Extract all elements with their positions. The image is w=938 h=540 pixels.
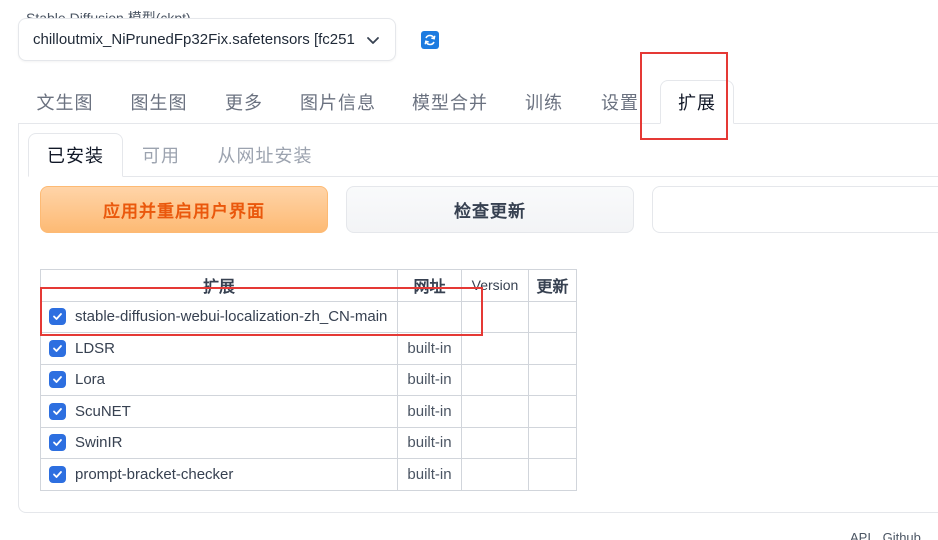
extension-url: built-in <box>397 332 462 365</box>
extension-update <box>528 426 577 459</box>
extension-url: built-in <box>397 426 462 459</box>
extension-enable-checkbox[interactable] <box>49 308 66 326</box>
extension-update <box>528 395 577 428</box>
table-row: prompt-bracket-checker built-in <box>40 458 577 491</box>
extension-url: built-in <box>397 363 462 396</box>
sub-tab-divider <box>28 176 938 177</box>
tab-extensions[interactable]: 扩展 <box>660 80 734 124</box>
table-row: Lora built-in <box>40 363 577 396</box>
table-row: LDSR built-in <box>40 332 577 365</box>
model-select[interactable]: chilloutmix_NiPrunedFp32Fix.safetensors … <box>18 18 396 61</box>
apply-and-restart-button[interactable]: 应用并重启用户界面 <box>40 186 328 233</box>
extension-update <box>528 458 577 491</box>
column-header-url: 网址 <box>397 269 462 302</box>
extension-url: built-in <box>397 458 462 491</box>
extensions-table: 扩展 网址 Version 更新 stable-diffusion-webui-… <box>40 269 577 491</box>
tab-installed[interactable]: 已安装 <box>28 133 123 177</box>
extension-update <box>528 300 577 333</box>
sub-tab-bar: 已安装 可用 从网址安装 <box>28 133 938 177</box>
check-for-updates-button[interactable]: 检查更新 <box>346 186 634 233</box>
refresh-model-button[interactable] <box>410 20 450 60</box>
chevron-down-icon <box>363 30 383 50</box>
tab-extras[interactable]: 更多 <box>206 80 282 124</box>
tab-txt2img[interactable]: 文生图 <box>18 80 112 124</box>
model-select-value: chilloutmix_NiPrunedFp32Fix.safetensors … <box>33 31 355 48</box>
table-row: ScuNET built-in <box>40 395 577 428</box>
extension-url <box>397 300 462 333</box>
extension-version <box>461 332 529 365</box>
footer-link-api[interactable]: API <box>850 530 871 540</box>
extension-name: LDSR <box>75 339 116 357</box>
extension-update <box>528 332 577 365</box>
extension-enable-checkbox[interactable] <box>49 371 66 389</box>
column-header-update: 更新 <box>528 269 577 302</box>
extension-url: built-in <box>397 395 462 428</box>
table-header-row: 扩展 网址 Version 更新 <box>40 269 577 302</box>
refresh-icon <box>421 31 439 49</box>
checkmark-icon <box>53 376 62 384</box>
tab-settings[interactable]: 设置 <box>582 80 658 124</box>
extension-version <box>461 363 529 396</box>
extension-name: ScuNET <box>75 402 131 420</box>
extension-version <box>461 458 529 491</box>
extension-version <box>461 426 529 459</box>
checkmark-icon <box>53 407 62 415</box>
extension-enable-checkbox[interactable] <box>49 434 66 452</box>
extension-name: Lora <box>75 371 106 389</box>
checkmark-icon <box>53 439 62 447</box>
extension-name: stable-diffusion-webui-localization-zh_C… <box>75 308 388 326</box>
tab-train[interactable]: 训练 <box>506 80 582 124</box>
extension-name: SwinIR <box>75 434 123 452</box>
checkmark-icon <box>53 313 62 321</box>
footer-link-github[interactable]: Github <box>883 530 921 540</box>
extension-enable-checkbox[interactable] <box>49 402 66 420</box>
tab-install-from-url[interactable]: 从网址安装 <box>199 133 331 177</box>
tab-img2img[interactable]: 图生图 <box>112 80 206 124</box>
column-header-extension: 扩展 <box>40 269 398 302</box>
footer-links: API Github <box>850 530 929 540</box>
extension-update <box>528 363 577 396</box>
extension-name: prompt-bracket-checker <box>75 465 234 483</box>
extension-enable-checkbox[interactable] <box>49 465 66 483</box>
extension-version <box>461 395 529 428</box>
tab-png-info[interactable]: 图片信息 <box>282 80 394 124</box>
extension-version <box>461 300 529 333</box>
column-header-version: Version <box>461 269 529 302</box>
checkmark-icon <box>53 344 62 352</box>
tab-available[interactable]: 可用 <box>123 133 199 177</box>
tab-checkpoint-merger[interactable]: 模型合并 <box>394 80 506 124</box>
status-output <box>652 186 938 233</box>
table-row: SwinIR built-in <box>40 426 577 459</box>
extension-enable-checkbox[interactable] <box>49 339 66 357</box>
checkmark-icon <box>53 470 62 478</box>
main-tab-bar: 文生图 图生图 更多 图片信息 模型合并 训练 设置 扩展 <box>18 80 938 124</box>
table-row: stable-diffusion-webui-localization-zh_C… <box>40 300 577 333</box>
